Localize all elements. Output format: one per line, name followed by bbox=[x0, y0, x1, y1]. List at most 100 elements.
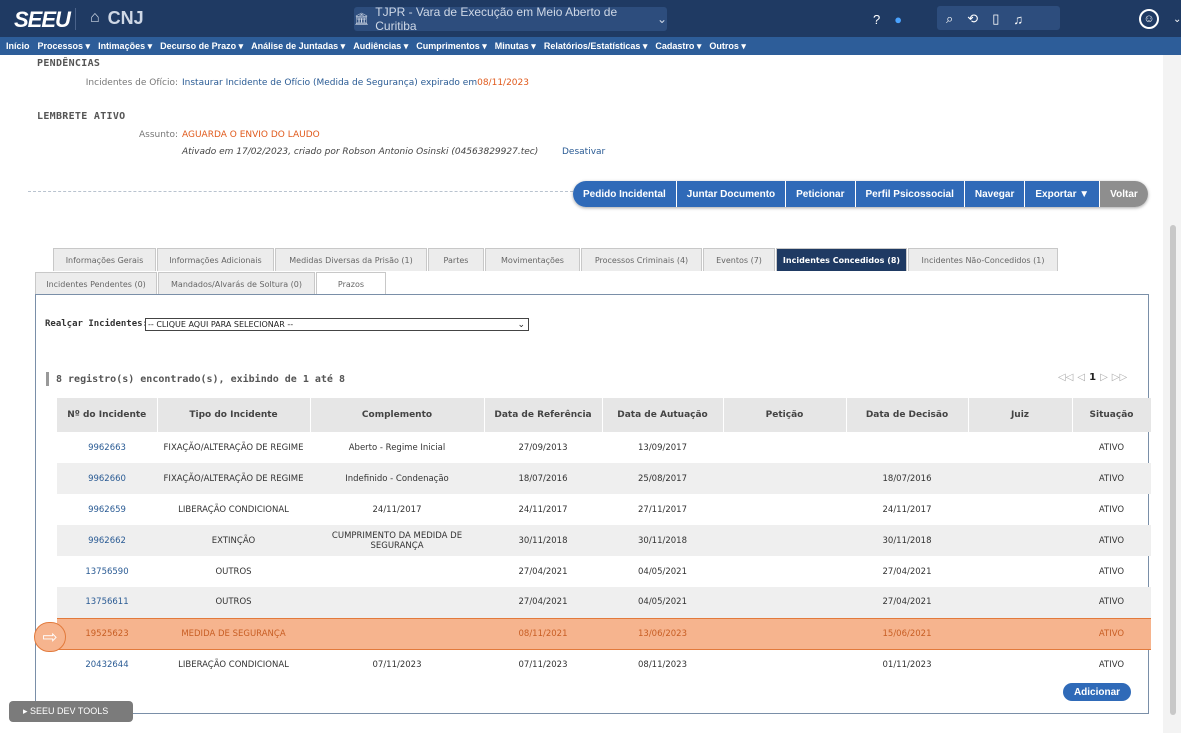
incident-type: EXTINÇÃO bbox=[157, 525, 310, 556]
tab-eventos[interactable]: Eventos (7) bbox=[703, 248, 775, 271]
incident-complement: 07/11/2023 bbox=[372, 659, 422, 670]
lembrete-ativado: Ativado em 17/02/2023, criado por Robson… bbox=[182, 147, 539, 157]
incident-number-link[interactable]: 9962660 bbox=[57, 463, 157, 494]
current-page[interactable]: 1 bbox=[1089, 372, 1096, 383]
juntar-documento-button[interactable]: Juntar Documento bbox=[676, 181, 787, 207]
bell-icon[interactable]: ♫ bbox=[1013, 12, 1023, 27]
tab-movimentacoes[interactable]: Movimentações bbox=[485, 248, 580, 271]
seeu-logo: SEEU bbox=[14, 7, 71, 32]
header-num[interactable]: Nº do Incidente bbox=[57, 398, 158, 432]
header-data-decisao[interactable]: Data de Decisão bbox=[846, 398, 969, 432]
tab-informacoes-adicionais[interactable]: Informações Adicionais bbox=[157, 248, 274, 271]
tab-incidentes-nao-concedidos[interactable]: Incidentes Não-Concedidos (1) bbox=[908, 248, 1058, 271]
arrow-right-icon: ⇨ bbox=[34, 622, 66, 652]
realcar-select[interactable]: -- CLIQUE AQUI PARA SELECIONAR -- ⌄ bbox=[145, 318, 529, 331]
menu-analise-juntadas[interactable]: Análise de Juntadas ▾ bbox=[251, 41, 345, 52]
menu-intimacoes[interactable]: Intimações ▾ bbox=[98, 41, 152, 52]
incident-type: LIBERAÇÃO CONDICIONAL bbox=[178, 504, 289, 515]
voltar-button[interactable]: Voltar bbox=[1100, 181, 1148, 207]
petition bbox=[723, 432, 846, 463]
judge bbox=[968, 432, 1072, 463]
dev-tools-toggle[interactable]: ▸ SEEU DEV TOOLS bbox=[9, 701, 133, 722]
decision-date: 18/07/2016 bbox=[846, 463, 968, 494]
menu-relatorios[interactable]: Relatórios/Estatísticas ▾ bbox=[544, 41, 648, 52]
header-juiz[interactable]: Juiz bbox=[968, 398, 1073, 432]
pendencia-item[interactable]: Instaurar Incidente de Ofício (Medida de… bbox=[182, 78, 529, 88]
status: ATIVO bbox=[1098, 659, 1125, 670]
incident-type: FIXAÇÃO/ALTERAÇÃO DE REGIME bbox=[157, 463, 310, 494]
avatar-icon[interactable]: ☺ bbox=[1139, 9, 1159, 29]
incident-type: LIBERAÇÃO CONDICIONAL bbox=[178, 659, 289, 670]
perfil-psicossocial-button[interactable]: Perfil Psicossocial bbox=[855, 181, 965, 207]
incident-type: OUTROS bbox=[215, 566, 252, 577]
incident-complement: Indefinido - Condenação bbox=[310, 463, 484, 494]
incident-number-link[interactable]: 19525623 bbox=[57, 617, 157, 650]
reference-date: 07/11/2023 bbox=[518, 659, 568, 670]
petition bbox=[723, 649, 846, 680]
user-menu[interactable]: ☺ ⌄ bbox=[1139, 8, 1181, 30]
header-situacao[interactable]: Situação bbox=[1072, 398, 1152, 432]
incident-number-link[interactable]: 9962662 bbox=[57, 525, 157, 556]
judge bbox=[968, 463, 1072, 494]
header-data-autuacao[interactable]: Data de Autuação bbox=[602, 398, 724, 432]
filing-date: 08/11/2023 bbox=[638, 659, 687, 670]
pedido-incidental-button[interactable]: Pedido Incidental bbox=[573, 181, 677, 207]
incident-number-link[interactable]: 13756590 bbox=[57, 556, 157, 587]
court-selector[interactable]: 🏛 TJPR - Vara de Execução em Meio Aberto… bbox=[354, 5, 667, 33]
prev-page-icon[interactable]: ◁ bbox=[1077, 372, 1085, 383]
table-row: 9962663 FIXAÇÃO/ALTERAÇÃO DE REGIME Aber… bbox=[57, 432, 1151, 463]
bookmark-icon[interactable]: ▯ bbox=[992, 11, 999, 27]
header-data-referencia[interactable]: Data de Referência bbox=[484, 398, 603, 432]
reference-date: 08/11/2021 bbox=[484, 617, 602, 650]
tab-processos-criminais[interactable]: Processos Criminais (4) bbox=[581, 248, 702, 271]
theme-toggle-icon[interactable]: ● bbox=[894, 12, 902, 27]
incident-number-link[interactable]: 9962659 bbox=[57, 494, 157, 525]
menu-minutas[interactable]: Minutas ▾ bbox=[495, 41, 536, 52]
tab-informacoes-gerais[interactable]: Informações Gerais bbox=[53, 248, 156, 271]
scrollbar-thumb[interactable] bbox=[1170, 225, 1176, 715]
menu-cadastro[interactable]: Cadastro ▾ bbox=[655, 41, 701, 52]
decision-date: 24/11/2017 bbox=[882, 504, 932, 515]
first-page-icon[interactable]: ◁◁ bbox=[1058, 372, 1073, 383]
exportar-button[interactable]: Exportar ▼ bbox=[1025, 181, 1101, 207]
judge bbox=[968, 649, 1072, 680]
header-peticao[interactable]: Petição bbox=[723, 398, 847, 432]
incident-number-link[interactable]: 9962663 bbox=[57, 432, 157, 463]
reference-date: 24/11/2017 bbox=[518, 504, 568, 515]
petition bbox=[723, 617, 846, 650]
table-header: Nº do Incidente Tipo do Incidente Comple… bbox=[57, 398, 1152, 432]
last-page-icon[interactable]: ▷▷ bbox=[1112, 372, 1127, 383]
tab-incidentes-pendentes[interactable]: Incidentes Pendentes (0) bbox=[35, 272, 157, 295]
menu-processos[interactable]: Processos ▾ bbox=[38, 41, 91, 52]
menu-outros[interactable]: Outros ▾ bbox=[709, 41, 746, 52]
next-page-icon[interactable]: ▷ bbox=[1100, 372, 1108, 383]
navegar-button[interactable]: Navegar bbox=[964, 181, 1026, 207]
menu-decurso-prazo[interactable]: Decurso de Prazo ▾ bbox=[160, 41, 243, 52]
peticionar-button[interactable]: Peticionar bbox=[786, 181, 856, 207]
menu-audiencias[interactable]: Audiências ▾ bbox=[353, 41, 408, 52]
header-complemento[interactable]: Complemento bbox=[310, 398, 485, 432]
reference-date: 27/04/2021 bbox=[518, 566, 568, 577]
tab-partes[interactable]: Partes bbox=[428, 248, 484, 271]
tab-mandados-alvaras[interactable]: Mandados/Alvarás de Soltura (0) bbox=[158, 272, 315, 295]
reference-date: 27/09/2013 bbox=[518, 442, 568, 453]
incident-complement: CUMPRIMENTO DA MEDIDA DE SEGURANÇA bbox=[310, 525, 484, 556]
tab-prazos[interactable]: Prazos bbox=[316, 272, 386, 295]
adicionar-button[interactable]: Adicionar bbox=[1063, 683, 1131, 701]
table-row: 13756611 OUTROS 27/04/2021 04/05/2021 27… bbox=[57, 587, 1151, 618]
incident-complement bbox=[310, 556, 484, 587]
history-icon[interactable]: ⟲ bbox=[967, 11, 978, 27]
incident-number-link[interactable]: 20432644 bbox=[57, 649, 157, 680]
incident-complement: Aberto - Regime Inicial bbox=[348, 442, 446, 453]
help-icon[interactable]: ? bbox=[873, 12, 880, 27]
menu-inicio[interactable]: Início bbox=[6, 41, 30, 51]
desativar-link[interactable]: Desativar bbox=[562, 147, 605, 157]
incident-number-link[interactable]: 13756611 bbox=[57, 587, 157, 618]
tab-medidas-diversas[interactable]: Medidas Diversas da Prisão (1) bbox=[275, 248, 427, 271]
tab-incidentes-concedidos[interactable]: Incidentes Concedidos (8) bbox=[776, 248, 907, 271]
judge bbox=[968, 617, 1072, 650]
search-icon[interactable]: ⌕ bbox=[946, 11, 953, 27]
menu-cumprimentos[interactable]: Cumprimentos ▾ bbox=[416, 41, 487, 52]
filing-date: 27/11/2017 bbox=[638, 504, 687, 515]
header-tipo[interactable]: Tipo do Incidente bbox=[157, 398, 311, 432]
